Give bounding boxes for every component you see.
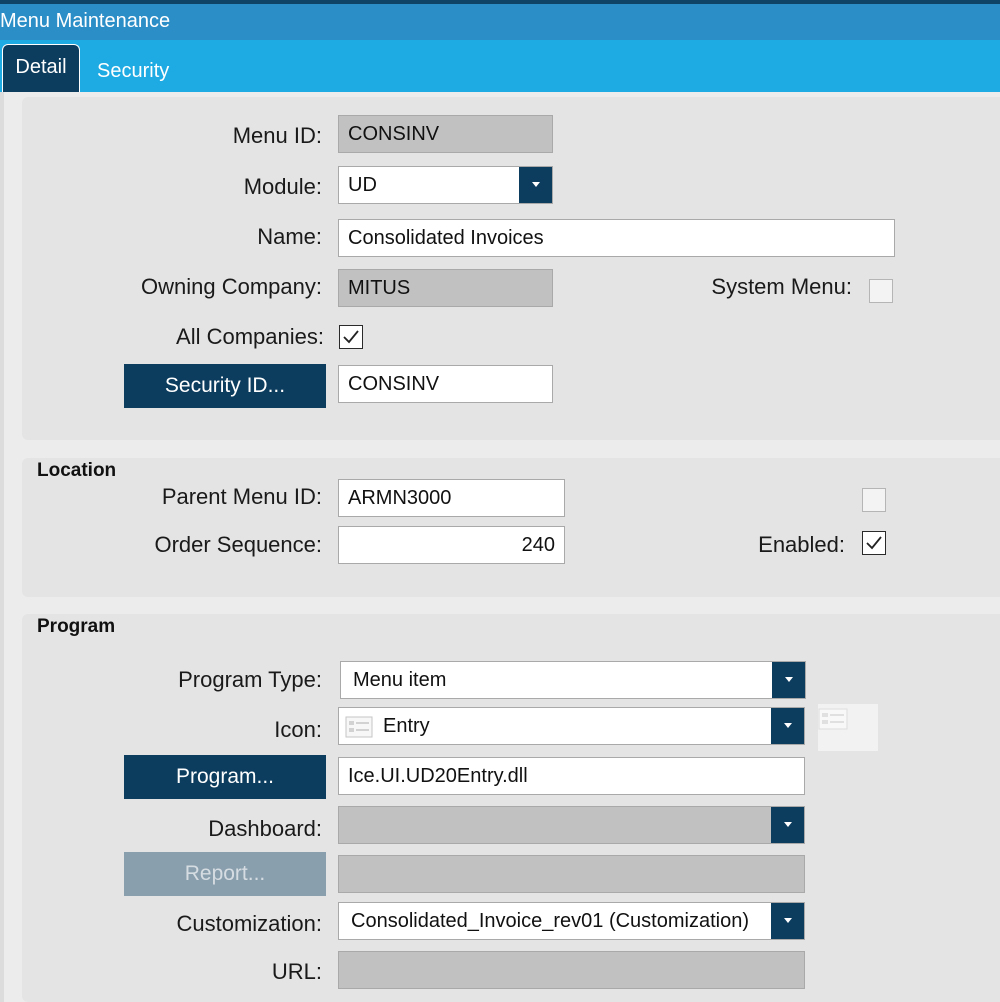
url-label: URL: <box>271 959 322 984</box>
module-label: Module: <box>243 174 322 199</box>
order-sequence-field[interactable]: 240 <box>338 526 565 564</box>
checkmark-icon <box>866 536 882 550</box>
module-value: UD <box>348 174 377 196</box>
location-section-title: Location <box>37 460 117 481</box>
system-menu-checkbox[interactable] <box>869 279 893 303</box>
program-section-title: Program <box>37 616 116 637</box>
dashboard-dropdown-button[interactable] <box>771 807 804 843</box>
customization-dropdown-button[interactable] <box>771 903 804 939</box>
enabled-label: Enabled: <box>758 532 845 557</box>
report-field[interactable] <box>338 855 805 893</box>
left-edge <box>0 92 4 1002</box>
dashboard-select[interactable] <box>338 806 805 844</box>
customization-select[interactable]: Consolidated_Invoice_rev01 (Customizatio… <box>338 902 805 940</box>
security-id-button[interactable]: Security ID... <box>124 364 326 408</box>
icon-select[interactable]: Entry <box>338 707 805 745</box>
icon-label: Icon: <box>274 717 322 742</box>
module-select[interactable]: UD <box>338 166 553 204</box>
checkmark-icon <box>343 330 359 344</box>
parent-menu-id-field[interactable]: ARMN3000 <box>338 479 565 517</box>
tab-security[interactable]: Security <box>97 60 169 83</box>
system-menu-label: System Menu: <box>711 274 852 299</box>
parent-menu-id-label: Parent Menu ID: <box>161 484 322 509</box>
order-sequence-label: Order Sequence: <box>154 532 322 557</box>
program-type-select[interactable]: Menu item <box>340 661 806 699</box>
icon-value: Entry <box>383 715 430 737</box>
program-type-label: Program Type: <box>178 667 322 692</box>
window-title: Menu Maintenance <box>0 10 171 32</box>
name-field[interactable]: Consolidated Invoices <box>338 219 895 257</box>
icon-dropdown-button[interactable] <box>771 708 804 744</box>
url-field[interactable] <box>338 951 805 989</box>
entry-preview-icon <box>818 708 848 730</box>
owning-company-field[interactable]: MITUS <box>338 269 553 307</box>
menu-id-label: Menu ID: <box>232 123 322 148</box>
all-companies-label: All Companies: <box>176 324 324 349</box>
program-field[interactable]: Ice.UI.UD20Entry.dll <box>338 757 805 795</box>
all-companies-checkbox[interactable] <box>339 325 363 349</box>
window-title-bar: Menu Maintenance <box>0 0 1000 40</box>
program-button[interactable]: Program... <box>124 755 326 799</box>
report-button[interactable]: Report... <box>124 852 326 896</box>
icon-preview <box>818 704 878 751</box>
security-id-field[interactable]: CONSINV <box>338 365 553 403</box>
location-unlabeled-checkbox[interactable] <box>862 488 886 512</box>
tab-detail[interactable]: Detail <box>2 44 80 92</box>
name-label: Name: <box>257 224 322 249</box>
menu-id-field[interactable]: CONSINV <box>338 115 553 153</box>
enabled-checkbox[interactable] <box>862 531 886 555</box>
module-dropdown-button[interactable] <box>519 167 552 203</box>
program-type-value: Menu item <box>353 669 447 691</box>
owning-company-label: Owning Company: <box>141 274 322 299</box>
customization-value: Consolidated_Invoice_rev01 (Customizatio… <box>351 910 749 932</box>
program-type-dropdown-button[interactable] <box>772 662 805 698</box>
tab-bar: Detail Security <box>0 40 1000 92</box>
customization-label: Customization: <box>176 911 322 936</box>
dashboard-label: Dashboard: <box>208 816 322 841</box>
entry-icon <box>345 716 373 738</box>
